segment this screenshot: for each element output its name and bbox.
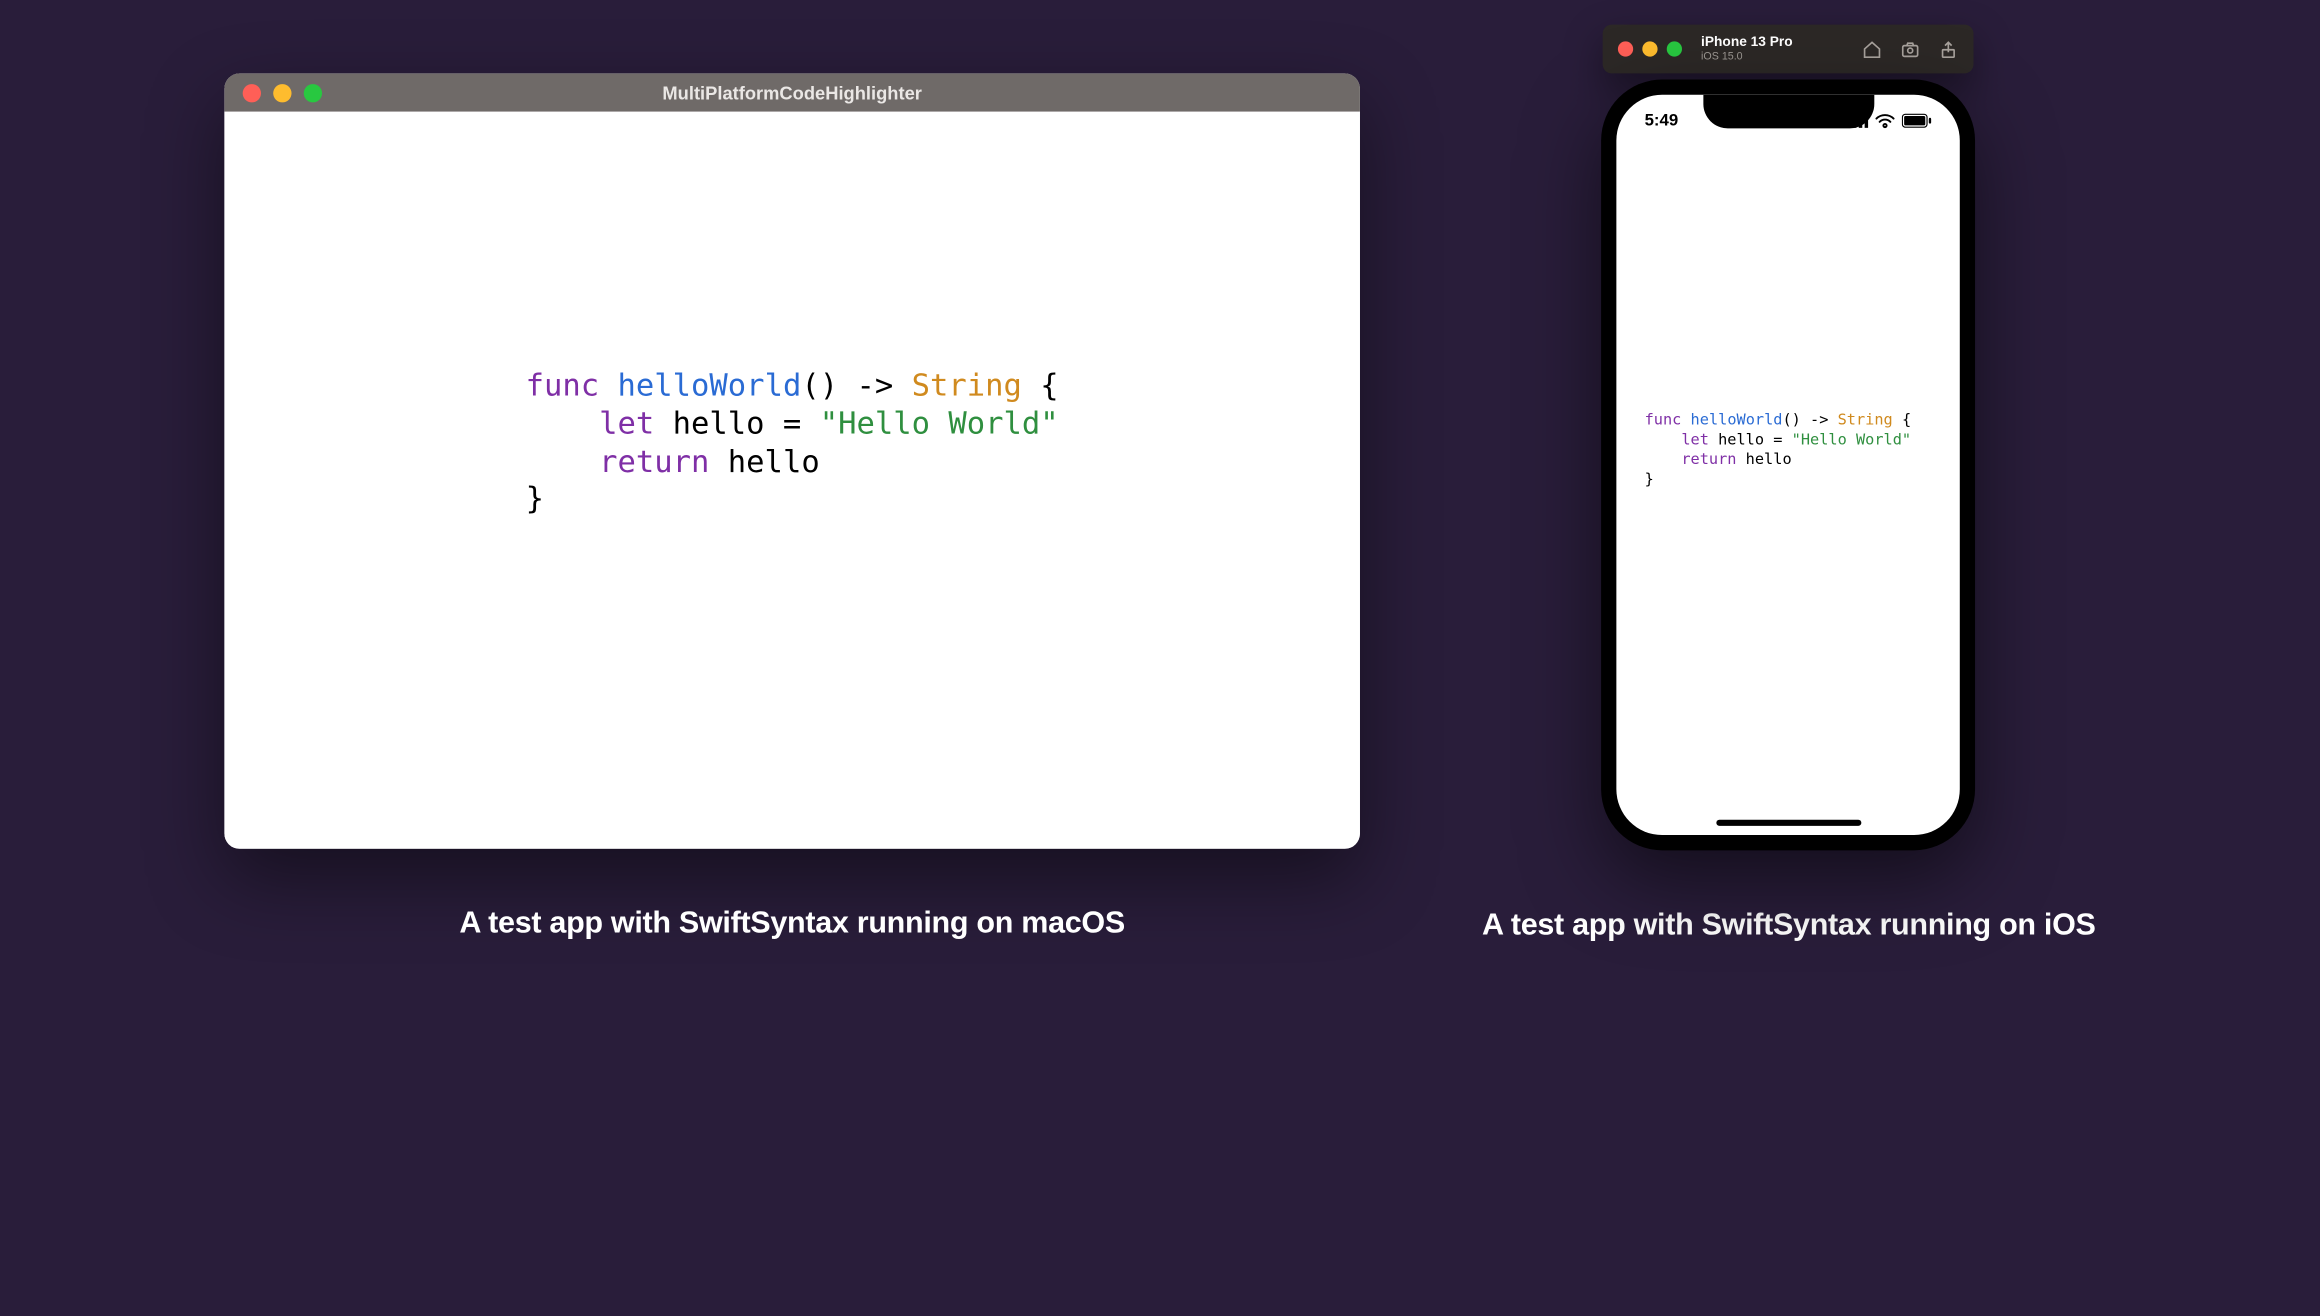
return-expr: hello [1736, 451, 1791, 468]
battery-icon [1903, 113, 1934, 128]
function-name: helloWorld [618, 366, 802, 403]
sim-traffic-lights [1619, 41, 1683, 56]
keyword-return: return [1681, 451, 1736, 468]
stage: MultiPlatformCodeHighlighter func helloW… [0, 25, 2320, 1292]
iphone-frame: 5:49 func helloWorld() -> String { let h… [1602, 80, 1976, 851]
sim-toolbar [1863, 39, 1959, 59]
status-time: 5:49 [1645, 112, 1679, 130]
brace-close: } [1645, 471, 1654, 488]
macos-caption: A test app with SwiftSyntax running on m… [459, 907, 1125, 942]
function-name: helloWorld [1691, 411, 1783, 428]
var-assign: hello = [1709, 431, 1792, 448]
signature-tail: () -> [801, 366, 911, 403]
var-assign: hello = [654, 404, 819, 441]
macos-window-body: func helloWorld() -> String { let hello … [224, 112, 1360, 849]
simulator-header: iPhone 13 Pro iOS 15.0 [1603, 25, 1974, 74]
string-literal: "Hello World" [820, 404, 1059, 441]
return-expr: hello [709, 442, 819, 479]
sim-meta: iPhone 13 Pro iOS 15.0 [1701, 35, 1863, 62]
sim-device-name: iPhone 13 Pro [1701, 35, 1863, 49]
return-type: String [1838, 411, 1893, 428]
string-literal: "Hello World" [1792, 431, 1911, 448]
iphone-notch [1703, 95, 1874, 129]
keyword-func: func [1645, 411, 1682, 428]
ios-caption: A test app with SwiftSyntax running on i… [1482, 908, 2096, 943]
keyword-let: let [599, 404, 654, 441]
code-block-ios: func helloWorld() -> String { let hello … [1645, 410, 1912, 489]
iphone-content: func helloWorld() -> String { let hello … [1617, 95, 1960, 835]
macos-window: MultiPlatformCodeHighlighter func helloW… [224, 73, 1360, 848]
fullscreen-icon[interactable] [1667, 41, 1682, 56]
home-indicator[interactable] [1716, 820, 1861, 826]
keyword-return: return [599, 442, 709, 479]
fullscreen-icon[interactable] [304, 83, 322, 101]
code-block-macos: func helloWorld() -> String { let hello … [526, 366, 1059, 517]
macos-column: MultiPlatformCodeHighlighter func helloW… [224, 25, 1360, 942]
minimize-icon[interactable] [273, 83, 291, 101]
brace-close: } [526, 480, 544, 517]
minimize-icon[interactable] [1643, 41, 1658, 56]
iphone-screen: 5:49 func helloWorld() -> String { let h… [1617, 95, 1960, 835]
macos-titlebar[interactable]: MultiPlatformCodeHighlighter [224, 73, 1360, 111]
ios-column: iPhone 13 Pro iOS 15.0 5:49 [1482, 25, 2096, 944]
signature-tail: () -> [1782, 411, 1837, 428]
window-title: MultiPlatformCodeHighlighter [224, 82, 1360, 103]
home-icon[interactable] [1863, 39, 1883, 59]
traffic-lights [224, 83, 322, 101]
sim-os-version: iOS 15.0 [1701, 52, 1863, 63]
screenshot-icon[interactable] [1901, 39, 1921, 59]
brace-open: { [1022, 366, 1059, 403]
close-icon[interactable] [243, 83, 261, 101]
close-icon[interactable] [1619, 41, 1634, 56]
keyword-func: func [526, 366, 600, 403]
brace-open: { [1893, 411, 1911, 428]
share-icon[interactable] [1939, 39, 1959, 59]
return-type: String [912, 366, 1022, 403]
wifi-icon [1875, 113, 1896, 128]
keyword-let: let [1681, 431, 1709, 448]
